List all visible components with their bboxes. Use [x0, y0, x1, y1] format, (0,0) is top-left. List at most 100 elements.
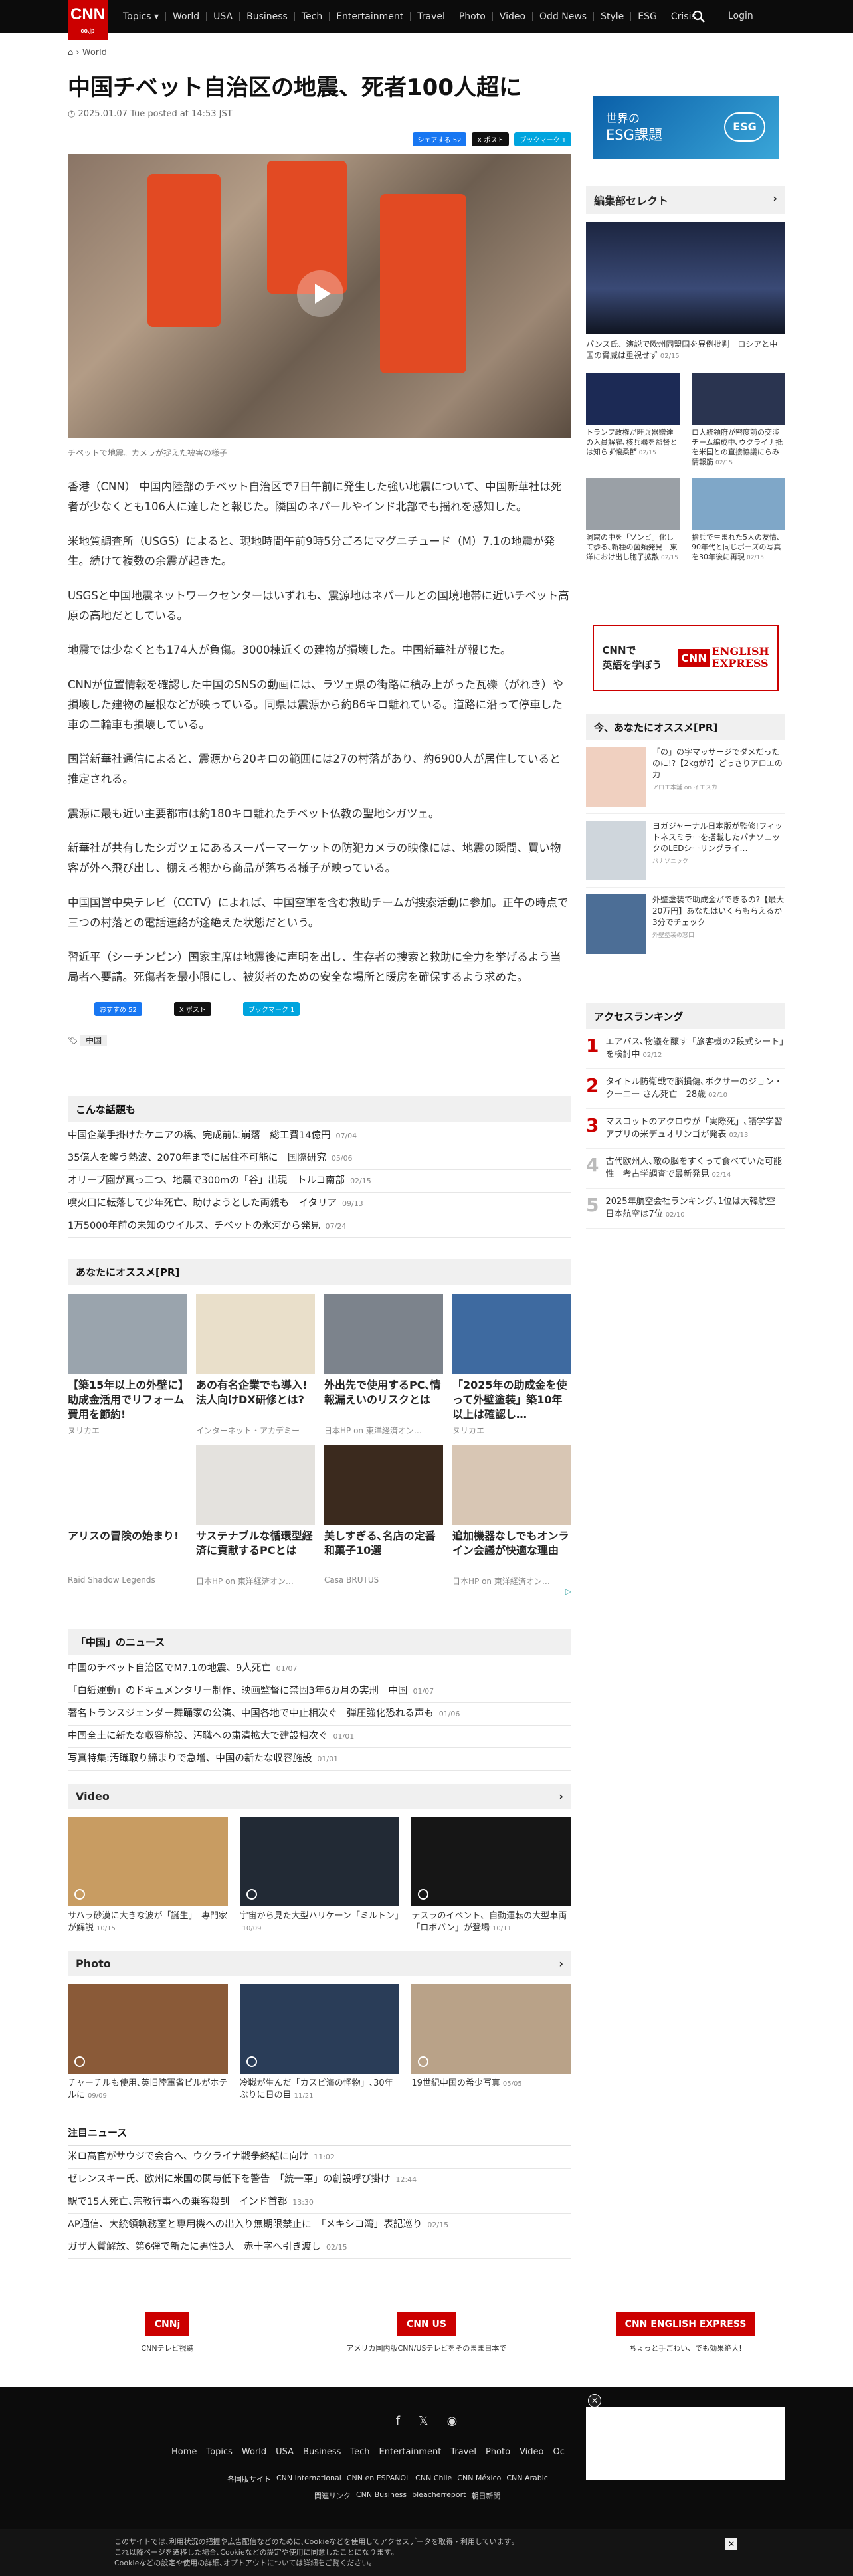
ranking-item[interactable]: 4 古代欧州人､敵の脳をすくって食べていた可能性 考古学調査で最新発見 02/14 [586, 1149, 785, 1189]
x-icon[interactable]: 𝕏 [419, 2414, 428, 2428]
editor-thumbnail[interactable] [692, 478, 785, 530]
photo-more-button[interactable]: › [559, 1957, 563, 1970]
photo-card[interactable]: 19世紀中国の希少写真 05/05 [411, 1984, 571, 2102]
nav-item[interactable]: Photo [451, 12, 492, 21]
photo-thumbnail[interactable] [68, 1984, 228, 2074]
editor-main-title[interactable]: パンス氏、演説で欧州同盟国を異例批判 ロシアと中国の脅威は重視せず 02/15 [586, 339, 785, 362]
recommend-image[interactable] [452, 1445, 571, 1525]
hatena-bookmark-button[interactable]: ブックマーク 1 [514, 132, 571, 146]
recommend-image[interactable] [324, 1445, 443, 1525]
pr-item[interactable]: 外壁塗装で助成金ができるの?【最大20万円】あなたはいくらもらえるか3分でチェッ… [586, 888, 785, 961]
footer-link[interactable]: Oc [553, 2447, 565, 2457]
video-card[interactable]: 宇宙から見た大型ハリケーン「ミルトン」 10/09 [239, 1817, 403, 1935]
cnn-logo[interactable]: CNN co.jp [68, 0, 108, 40]
facebook-recommend-button[interactable]: おすすめ 52 [94, 1002, 142, 1016]
list-item[interactable]: ガザ人質解放、第6弾で新たに男性3人 赤十字へ引き渡し 02/15 [68, 2236, 571, 2259]
photo-card[interactable]: チャーチルも使用､英旧陸軍省ビルがホテルに 09/09 [68, 1984, 228, 2102]
recommend-image[interactable] [68, 1445, 187, 1525]
pr-thumbnail[interactable] [586, 894, 646, 954]
list-item[interactable]: 1万5000年前の未知のウイルス、チベットの氷河から発見 07/24 [68, 1215, 571, 1238]
recommend-image[interactable] [324, 1294, 443, 1374]
chevron-right-icon[interactable]: › [773, 192, 777, 208]
promo-item[interactable]: CNN ENGLISH EXPRESS ちょっと手ごわい、でも効果絶大! [586, 2312, 785, 2353]
footer-link[interactable]: Video [520, 2447, 543, 2457]
footer-intl-link[interactable]: CNN Arabic [506, 2474, 548, 2484]
editor-thumbnail[interactable] [586, 478, 680, 530]
list-item[interactable]: 「白紙運動」のドキュメンタリー制作、映画監督に禁固3年6カ月の実刑 中国 01/0… [68, 1680, 571, 1703]
pr-thumbnail[interactable] [586, 747, 646, 807]
photo-card[interactable]: 冷戦が生んだ「カスピ海の怪物」､30年ぶりに日の目 11/21 [239, 1984, 400, 2102]
footer-link[interactable]: World [242, 2447, 266, 2457]
play-icon[interactable] [297, 270, 343, 317]
editor-card[interactable]: 捨兵で生まれた5人の友情､90年代と同じポーズの写真を30年後に再現 02/15 [692, 478, 785, 563]
list-item[interactable]: ゼレンスキー氏、欧州に米国の関与低下を警告 「統一軍」の創設呼び掛け 12:44 [68, 2169, 571, 2191]
home-icon[interactable]: ⌂ [68, 48, 73, 58]
recommend-card[interactable]: あの有名企業でも導入!法人向けDX研修とは? インターネット・アカデミー [196, 1294, 315, 1436]
nav-item[interactable]: Tech [294, 12, 329, 21]
list-item[interactable]: 中国のチベット自治区でM7.1の地震、9人死亡 01/07 [68, 1658, 571, 1680]
footer-link[interactable]: Topics [206, 2447, 232, 2457]
footer-related-link[interactable]: bleacherreport [412, 2490, 466, 2501]
list-item[interactable]: 著名トランスジェンダー舞踊家の公演、中国各地で中止相次ぐ 弾圧強化恐れる声も 01… [68, 1703, 571, 1726]
recommend-image[interactable] [452, 1294, 571, 1374]
promo-item[interactable]: CNNj CNNテレビ視聴 [68, 2312, 267, 2353]
ranking-item[interactable]: 1 エアバス､物議を醸す「旅客機の2段式シート」を検討中 02/12 [586, 1029, 785, 1069]
nav-item[interactable]: ESG [630, 12, 664, 21]
footer-link[interactable]: Tech [350, 2447, 369, 2457]
ranking-item[interactable]: 2 タイトル防衛戦で脳損傷､ボクサーのジョン・クーニー さん死亡 28歳 02/10 [586, 1069, 785, 1109]
list-item[interactable]: 駅で15人死亡､宗教行事への乗客殺到 インド首都 13:30 [68, 2191, 571, 2214]
list-item[interactable]: 中国企業手掛けたケニアの橋、完成前に崩落 総工費14億円 07/04 [68, 1125, 571, 1147]
nav-item[interactable]: Topics ▾ [116, 12, 165, 21]
x-post-button[interactable]: X ポスト [173, 1002, 211, 1016]
photo-thumbnail[interactable] [239, 1984, 400, 2074]
nav-item[interactable]: Travel [410, 12, 452, 21]
recommend-card[interactable]: 美しすぎる､名店の定番和菓子10選 Casa BRUTUS [324, 1445, 443, 1587]
editor-thumbnail[interactable] [692, 373, 785, 425]
english-express-ad[interactable]: CNNで 英語を学ぼう CNN ENGLISH EXPRESS [586, 625, 785, 691]
esg-banner[interactable]: 世界の ESG課題 ESG [593, 96, 779, 159]
facebook-icon[interactable]: f [396, 2414, 400, 2428]
recommend-card[interactable]: サステナブルな循環型経済に貢献するPCとは 日本HP on 東洋経済オン… [196, 1445, 315, 1587]
nav-item[interactable]: World [165, 12, 206, 21]
ranking-item[interactable]: 3 マスコットのアクロウが「実際死」､語学学習アプリの米デュオリンゴが発表 02/1… [586, 1109, 785, 1149]
recommend-card[interactable]: アリスの冒険の始まり! Raid Shadow Legends [68, 1445, 187, 1587]
pr-item[interactable]: 「の」の字マッサージでダメだったのに!?【2kgが?】どっさりアロエの力 アロエ本… [586, 740, 785, 814]
recommend-image[interactable] [196, 1445, 315, 1525]
footer-link[interactable]: Entertainment [379, 2447, 442, 2457]
list-item[interactable]: 中国全土に新たな収容施設、汚職への粛清拡大で建設相次ぐ 01/01 [68, 1726, 571, 1748]
nav-item[interactable]: USA [206, 12, 239, 21]
cookie-close-button[interactable]: ✕ [725, 2538, 737, 2550]
promo-item[interactable]: CNN US アメリカ国内版CNN/USテレビをそのまま日本で [327, 2312, 526, 2353]
editor-card[interactable]: トランプ政権が旺兵器贈達の入員解雇､核兵器を監督とは知らず懐柔節 02/15 [586, 373, 680, 468]
video-thumbnail[interactable] [239, 1817, 400, 1906]
recommend-card[interactable]: 【築15年以上の外壁に】助成金活用でリフォーム費用を節約! ヌリカエ [68, 1294, 187, 1436]
photo-thumbnail[interactable] [411, 1984, 571, 2074]
pr-item[interactable]: ヨガジャーナル日本版が監修!フィットネスミラーを搭載したパナソニックのLEDシー… [586, 814, 785, 888]
footer-ad[interactable] [586, 2407, 785, 2480]
ad-close-icon[interactable]: ✕ [588, 2394, 601, 2407]
footer-related-link[interactable]: 朝日新聞 [471, 2490, 500, 2501]
nav-item[interactable]: Business [239, 12, 294, 21]
breadcrumb-section[interactable]: World [82, 48, 107, 58]
video-card[interactable]: テスラのイベント、自動運転の大型車両「ロボバン」が登場 10/11 [411, 1817, 571, 1935]
facebook-share-button[interactable]: シェアする 52 [412, 132, 467, 146]
list-item[interactable]: オリーブ園が真っ二つ、地震で300mの「谷」出現 トルコ南部 02/15 [68, 1170, 571, 1193]
footer-link[interactable]: Photo [486, 2447, 510, 2457]
recommend-card[interactable]: 外出先で使用するPC､情報漏えいのリスクとは 日本HP on 東洋経済オン… [324, 1294, 443, 1436]
hatena-bookmark-button[interactable]: ブックマーク 1 [242, 1002, 300, 1016]
footer-link[interactable]: Business [303, 2447, 341, 2457]
footer-intl-link[interactable]: CNN México [457, 2474, 501, 2484]
nav-item[interactable]: Entertainment [329, 12, 410, 21]
footer-link[interactable]: Home [171, 2447, 197, 2457]
footer-intl-link[interactable]: CNN Chile [415, 2474, 452, 2484]
recommend-card[interactable]: 追加機器なしでもオンライン会議が快適な理由 日本HP on 東洋経済オン… [452, 1445, 571, 1587]
recommend-card[interactable]: 「2025年の助成金を使って外壁塗装」築10年以上は確認し… ヌリカエ [452, 1294, 571, 1436]
video-thumbnail[interactable] [68, 1817, 228, 1906]
footer-intl-link[interactable]: CNN en ESPAÑOL [347, 2474, 410, 2484]
x-post-button[interactable]: X ポスト [472, 132, 510, 146]
footer-intl-link[interactable]: CNN International [276, 2474, 341, 2484]
footer-link[interactable]: Travel [450, 2447, 476, 2457]
footer-link[interactable]: USA [276, 2447, 294, 2457]
editor-thumbnail[interactable] [586, 373, 680, 425]
nav-item[interactable]: Style [593, 12, 630, 21]
